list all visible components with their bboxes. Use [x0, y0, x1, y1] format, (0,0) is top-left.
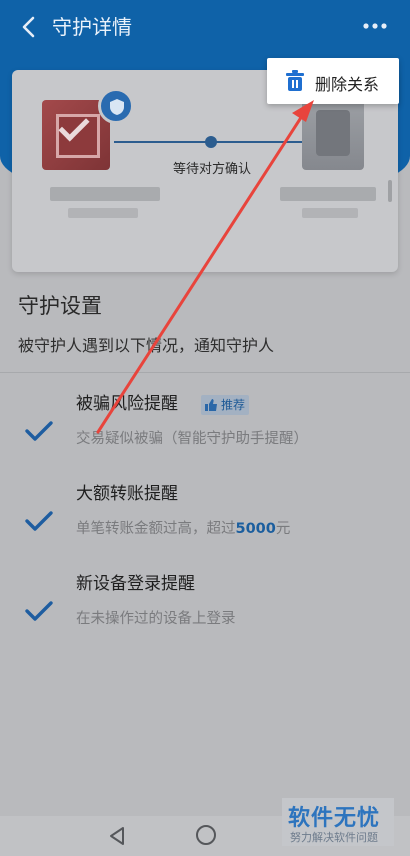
scrollbar [388, 180, 392, 202]
setting-item-title: 大额转账提醒 [76, 484, 178, 504]
setting-item-title: 新设备登录提醒 [76, 574, 195, 594]
watermark-main-text: 软件无忧 [288, 806, 381, 831]
nav-back-icon[interactable] [108, 826, 126, 846]
guardian-account-blurred [302, 208, 358, 218]
recommended-badge-label: 推荐 [221, 398, 246, 412]
checkmark-icon [25, 511, 53, 531]
recommended-badge: 推荐 [201, 395, 250, 415]
setting-item-desc: 在未操作过的设备上登录 [76, 611, 236, 627]
trash-icon [286, 70, 304, 91]
divider [0, 372, 410, 373]
settings-title: 守护设置 [18, 294, 102, 318]
watermark-sub-text: 努力解决软件问题 [290, 831, 378, 844]
header-bar: 守护详情 [0, 0, 410, 56]
nav-home-icon[interactable] [196, 825, 216, 845]
amount-threshold: 5000 [235, 521, 276, 537]
more-options-icon[interactable] [362, 14, 388, 38]
delete-relationship-menu-item[interactable]: 删除关系 [267, 58, 399, 104]
back-arrow-icon[interactable] [18, 14, 40, 40]
setting-item-desc: 交易疑似被骗（智能守护助手提醒） [76, 431, 308, 447]
self-account-blurred [68, 208, 138, 218]
settings-subtitle: 被守护人遇到以下情况，通知守护人 [18, 336, 275, 355]
setting-item-title: 被骗风险提醒 [76, 394, 178, 414]
delete-relationship-label: 删除关系 [315, 75, 380, 94]
setting-item-fraud-risk[interactable]: 被骗风险提醒 推荐 交易疑似被骗（智能守护助手提醒） [0, 392, 410, 482]
connection-dot [205, 136, 217, 148]
thumbs-up-icon [205, 399, 217, 411]
setting-item-new-device-login[interactable]: 新设备登录提醒 在未操作过的设备上登录 [0, 572, 410, 662]
guardian-name-blurred [280, 187, 376, 201]
checkmark-icon [25, 601, 53, 621]
setting-item-large-transfer[interactable]: 大额转账提醒 单笔转账金额过高，超过5000元 [0, 482, 410, 572]
self-name-blurred [50, 187, 160, 201]
setting-item-desc: 单笔转账金额过高，超过5000元 [76, 521, 291, 537]
shield-icon [98, 88, 134, 124]
page-title: 守护详情 [52, 15, 132, 39]
user-avatar-guardian [302, 100, 364, 170]
status-text: 等待对方确认 [172, 162, 251, 177]
watermark-logo: 软件无忧 努力解决软件问题 [282, 798, 394, 846]
checkmark-icon [25, 421, 53, 441]
